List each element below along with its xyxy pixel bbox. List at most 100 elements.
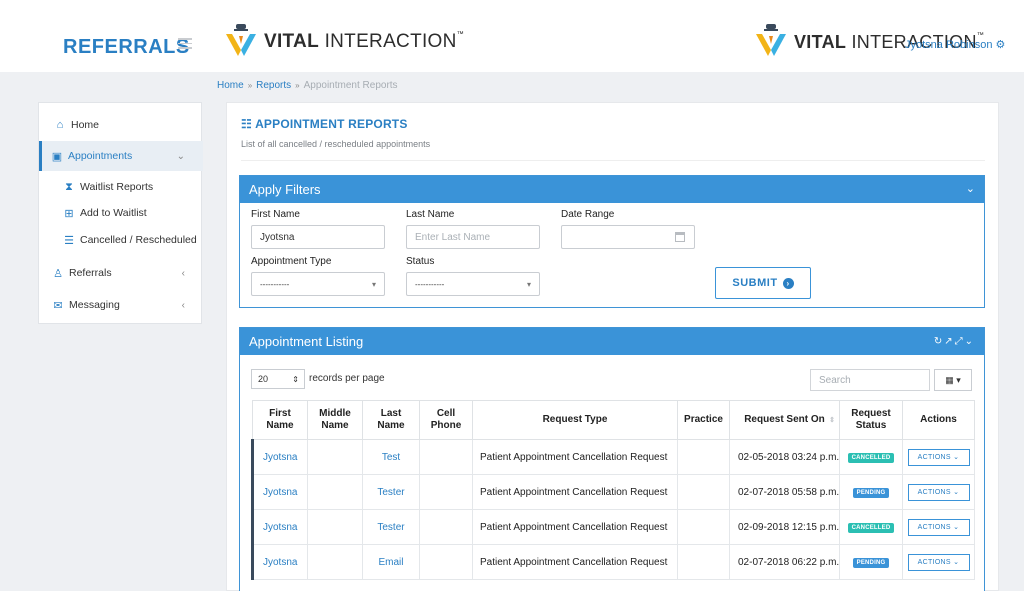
chevron-down-icon: ▾ [526, 279, 531, 289]
request-type-cell: Patient Appointment Cancellation Request [472, 439, 678, 475]
first-name-link[interactable]: Jyotsna [251, 544, 308, 580]
last-name-link[interactable]: Email [362, 544, 420, 580]
actions-dropdown-button[interactable]: ACTIONS ⌄ [907, 518, 970, 536]
appointment-type-select[interactable]: ----------- ▾ [251, 272, 385, 296]
logo-mark-icon [226, 24, 256, 56]
calendar-icon [675, 232, 685, 242]
column-header-cell-phone[interactable]: Cell Phone [419, 400, 473, 440]
breadcrumb-home[interactable]: Home [217, 80, 244, 91]
request-sent-cell: 02-07-2018 06:22 p.m. [729, 544, 840, 580]
column-header-practice[interactable]: Practice [677, 400, 730, 440]
sidebar-item-appointments[interactable]: ▣ Appointments ⌄ [39, 141, 203, 171]
practice-cell [677, 439, 730, 475]
brand-title[interactable]: REFERRALS [63, 36, 190, 59]
chevron-down-icon[interactable]: ⌄ [965, 336, 975, 347]
column-header-middle-name[interactable]: Middle Name [307, 400, 363, 440]
plus-square-icon: ⊞ [64, 207, 74, 220]
hourglass-icon: ⧗ [65, 180, 73, 193]
table-header-row: First Name Middle Name Last Name Cell Ph… [252, 400, 975, 440]
chevron-down-icon: ⌄ [176, 150, 185, 162]
status-badge: PENDING [852, 488, 890, 498]
practice-cell [677, 474, 730, 510]
first-name-link[interactable]: Jyotsna [251, 439, 308, 475]
listing-header: Appointment Listing ↻↗⤢⌄ [240, 328, 984, 355]
logo-mark-icon [756, 24, 786, 56]
home-icon: ⌂ [56, 119, 64, 131]
search-input[interactable]: Search [810, 369, 930, 391]
sidebar-item-referrals[interactable]: ♙ Referrals ‹ [39, 263, 203, 283]
actions-dropdown-button[interactable]: ACTIONS ⌄ [907, 483, 970, 501]
middle-name-cell [307, 439, 363, 475]
practice-cell [677, 509, 730, 545]
last-name-link[interactable]: Test [362, 439, 420, 475]
last-name-link[interactable]: Tester [362, 509, 420, 545]
chevron-left-icon: ‹ [181, 299, 185, 311]
records-per-page-select[interactable]: 20 ⇕ [251, 369, 305, 389]
request-sent-cell: 02-09-2018 12:15 p.m. [729, 509, 840, 545]
page-subtitle: List of all cancelled / rescheduled appo… [241, 139, 431, 149]
status-label: Status [406, 256, 435, 267]
last-name-label: Last Name [406, 209, 455, 220]
page-title: ☷ APPOINTMENT REPORTS [241, 117, 408, 131]
actions-cell: ACTIONS ⌄ [902, 509, 975, 545]
actions-dropdown-button[interactable]: ACTIONS ⌄ [907, 553, 970, 571]
pin-icon[interactable]: ↗ [944, 336, 954, 347]
sidebar-item-messaging[interactable]: ✉ Messaging ‹ [39, 295, 203, 315]
status-badge: PENDING [852, 558, 890, 568]
sidebar-item-add-to-waitlist[interactable]: ⊞ Add to Waitlist [39, 203, 203, 223]
expand-icon[interactable]: ⤢ [955, 336, 965, 347]
status-badge: CANCELLED [847, 523, 895, 533]
column-toggle-button[interactable]: ▦ ▾ [934, 369, 972, 391]
first-name-link[interactable]: Jyotsna [251, 509, 308, 545]
table-row: Jyotsna Tester Patient Appointment Cance… [251, 509, 975, 545]
sidebar-item-cancelled-rescheduled[interactable]: ☰ Cancelled / Rescheduled [39, 230, 203, 250]
chat-icon: ✉ [53, 299, 63, 312]
vital-interaction-logo[interactable]: VITAL INTERACTION™ [222, 24, 464, 60]
list-icon: ☰ [64, 234, 74, 247]
user-icon: ♙ [53, 267, 63, 280]
refresh-icon[interactable]: ↻ [934, 336, 944, 347]
first-name-link[interactable]: Jyotsna [251, 474, 308, 510]
actions-dropdown-button[interactable]: ACTIONS ⌄ [907, 448, 970, 466]
status-cell: PENDING [839, 544, 903, 580]
middle-name-cell [307, 474, 363, 510]
column-header-request-sent-on[interactable]: Request Sent On ⇕ [729, 400, 840, 440]
sidebar-item-home[interactable]: ⌂ Home [39, 115, 203, 135]
actions-cell: ACTIONS ⌄ [902, 439, 975, 475]
breadcrumb: Home» Reports» Appointment Reports [217, 80, 398, 91]
sidebar: ⌂ Home ▣ Appointments ⌄ ⧗ Waitlist Repor… [38, 102, 203, 324]
status-cell: CANCELLED [839, 439, 903, 475]
date-range-label: Date Range [561, 209, 615, 220]
gear-icon: ⚙ [995, 39, 1006, 51]
records-per-page-label: records per page [309, 373, 385, 384]
chevron-down-icon[interactable]: ⌄ [966, 182, 975, 195]
actions-cell: ACTIONS ⌄ [902, 474, 975, 510]
menu-toggle-icon[interactable] [178, 38, 192, 50]
column-header-actions: Actions [902, 400, 975, 440]
calendar-icon: ▣ [51, 150, 63, 163]
date-range-input[interactable] [561, 225, 695, 249]
column-header-first-name[interactable]: First Name [252, 400, 308, 440]
last-name-input[interactable]: Enter Last Name [406, 225, 540, 249]
submit-button[interactable]: SUBMIT › [715, 267, 811, 299]
column-header-last-name[interactable]: Last Name [362, 400, 420, 440]
status-select[interactable]: ----------- ▾ [406, 272, 540, 296]
breadcrumb-reports[interactable]: Reports [256, 80, 291, 91]
cell-phone-cell [419, 474, 473, 510]
last-name-link[interactable]: Tester [362, 474, 420, 510]
sort-icon: ⇕ [829, 417, 835, 424]
chevron-down-icon: ▾ [371, 279, 376, 289]
middle-name-cell [307, 509, 363, 545]
caret-down-icon: ▾ [956, 374, 961, 385]
sidebar-item-waitlist-reports[interactable]: ⧗ Waitlist Reports [39, 177, 203, 197]
updown-icon: ⇕ [292, 374, 299, 384]
cell-phone-cell [419, 544, 473, 580]
middle-name-cell [307, 544, 363, 580]
status-cell: CANCELLED [839, 509, 903, 545]
column-header-request-type[interactable]: Request Type [472, 400, 678, 440]
first-name-input[interactable]: Jyotsna [251, 225, 385, 249]
filters-header[interactable]: Apply Filters ⌄ [240, 176, 984, 203]
user-name: Jyotsna Robinson [905, 39, 993, 51]
column-header-request-status[interactable]: Request Status [839, 400, 903, 440]
user-menu[interactable]: Jyotsna Robinson ⚙ [905, 38, 1005, 51]
